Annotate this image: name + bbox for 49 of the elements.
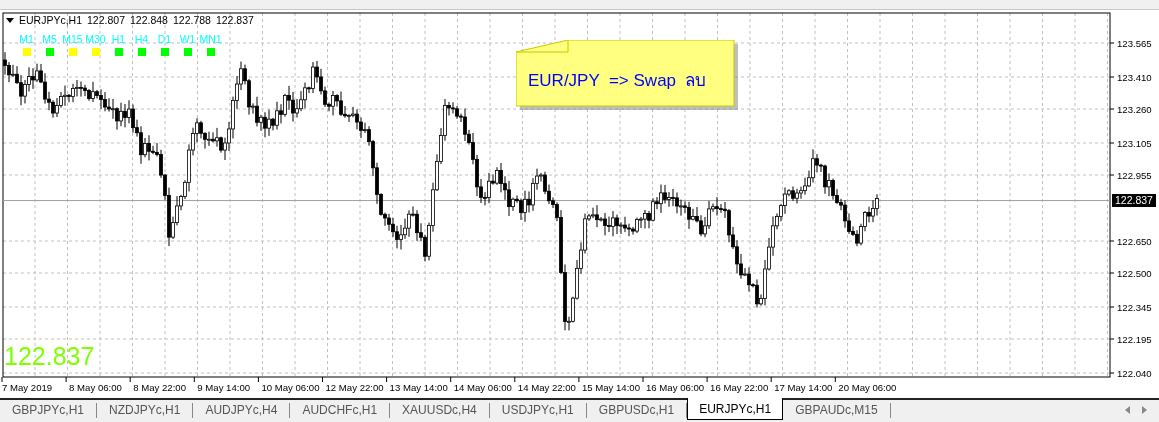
time-label: 7 May 2019 [2,382,53,393]
time-label: 12 May 22:00 [325,382,384,393]
ohlc-value: 122.837 [215,14,254,26]
ohlc-value: 122.848 [130,14,168,26]
price-label: 123.260 [1117,104,1152,115]
time-label: 8 May 06:00 [69,382,122,393]
price-label: 122.650 [1117,236,1152,247]
note-text: EUR/JPY => Swap ลบ [528,70,707,92]
timeframe-label: M5 [42,33,57,45]
time-label: 20 May 06:00 [838,382,897,393]
time-label: 8 May 22:00 [133,382,186,393]
price-label: 123.410 [1117,72,1152,83]
current-price-label: 122.837 [1112,193,1156,207]
chart-tab[interactable]: NZDJPYc,H1 [97,403,194,418]
timeframe-label: M15 [62,33,83,45]
time-label: 14 May 06:00 [453,382,512,393]
ohlc-value: 122.788 [172,14,211,26]
time-label: 16 May 06:00 [646,382,705,393]
chart-tab[interactable]: AUDCHFc,H1 [290,403,391,418]
time-label: 15 May 14:00 [581,382,641,393]
chart-tab[interactable]: XAUUSDc,H4 [390,403,490,418]
timeframe-label: M30 [85,33,106,45]
timeframe-label: H4 [134,33,149,45]
time-label: 9 May 14:00 [197,382,251,393]
timeframe-label: H1 [111,33,126,45]
timeframe-label: MN1 [199,33,222,45]
chart-tab[interactable]: AUDJPYc,H4 [193,403,291,418]
time-label: 10 May 06:00 [261,382,320,393]
timeframe-label: D1 [157,33,172,45]
chart-tab[interactable]: EURJPYc,H1 [687,398,784,420]
time-label: 13 May 14:00 [389,382,448,393]
price-label: 122.955 [1117,170,1152,181]
price-label: 122.040 [1117,368,1152,379]
chart-tab[interactable]: GBPJPYc,H1 [0,403,98,418]
time-label: 14 May 22:00 [517,382,576,393]
timeframe-label: W1 [179,33,196,45]
time-label: 16 May 22:00 [710,382,769,393]
price-label: 122.345 [1117,302,1152,313]
price-label: 123.565 [1117,38,1152,49]
price-label: 123.105 [1117,138,1152,149]
ohlc-value: 122.807 [87,14,125,26]
chart-symbol: EURJPYc,H1 [19,14,82,26]
timeframe-label: M1 [19,33,34,45]
price-display: 122.837 [4,342,95,371]
chart-tab[interactable]: USDJPYc,H1 [489,403,587,418]
time-label: 17 May 14:00 [774,382,833,393]
price-label: 122.500 [1117,268,1152,279]
price-label: 122.195 [1117,334,1152,345]
chart-tab[interactable]: GBPAUDc,M15 [783,403,891,418]
